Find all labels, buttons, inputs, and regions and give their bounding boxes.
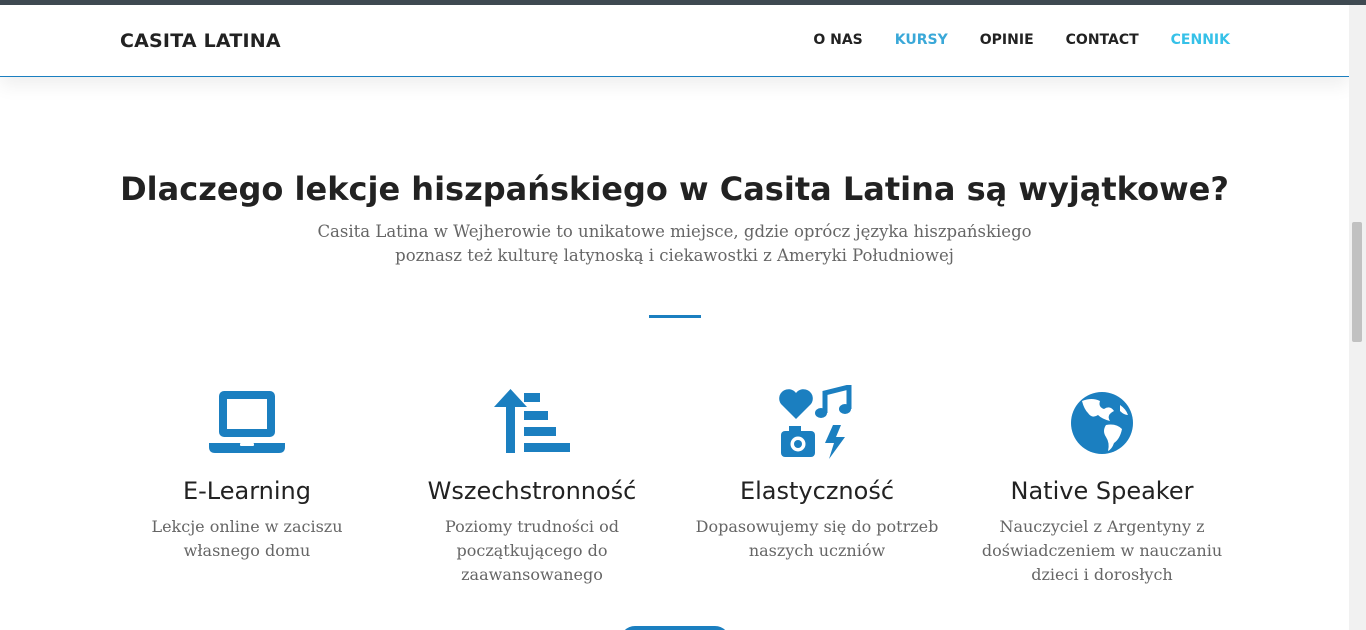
brand-logo-link[interactable]: CASITA LATINA bbox=[120, 30, 281, 52]
nav-item-opinie[interactable]: OPINIE bbox=[980, 32, 1034, 48]
subtitle-line-2: poznasz też kulturę latynoską i ciekawos… bbox=[395, 246, 954, 265]
nav-item-cennik[interactable]: CENNIK bbox=[1171, 32, 1230, 48]
feature-desc-line: naszych uczniów bbox=[748, 541, 886, 560]
nav-item-kursy[interactable]: KURSY bbox=[895, 32, 948, 48]
feature-description: Lekcje online w zaciszu własnego domu bbox=[102, 515, 392, 563]
feature-desc-line: Lekcje online w zaciszu bbox=[151, 517, 343, 536]
feature-title: E-Learning bbox=[182, 477, 311, 505]
feature-card-native-speaker: Native Speaker Nauczyciel z Argentyny z … bbox=[957, 385, 1247, 587]
feature-description: Dopasowujemy się do potrzeb naszych uczn… bbox=[672, 515, 962, 563]
section-heading: Dlaczego lekcje hiszpańskiego w Casita L… bbox=[120, 170, 1229, 208]
feature-desc-line: zaawansowanego bbox=[461, 565, 603, 584]
cta-button-partial[interactable] bbox=[620, 626, 730, 630]
subtitle-line-1: Casita Latina w Wejherowie to unikatowe … bbox=[317, 222, 1032, 241]
feature-desc-line: Nauczyciel z Argentyny z bbox=[999, 517, 1205, 536]
feature-desc-line: własnego domu bbox=[183, 541, 311, 560]
section-subtitle: Casita Latina w Wejherowie to unikatowe … bbox=[0, 220, 1349, 268]
feature-card-e-learning: E-Learning Lekcje online w zaciszu własn… bbox=[102, 385, 392, 563]
feature-desc-line: Dopasowujemy się do potrzeb bbox=[695, 517, 939, 536]
feature-card-wszechstronnosc: Wszechstronność Poziomy trudności od poc… bbox=[387, 385, 677, 587]
feature-description: Nauczyciel z Argentyny z doświadczeniem … bbox=[957, 515, 1247, 587]
feature-card-elastycznosc: Elastyczność Dopasowujemy się do potrzeb… bbox=[672, 385, 962, 563]
feature-desc-line: początkującego do bbox=[456, 541, 608, 560]
main-menu: O NAS KURSY OPINIE CONTACT CENNIK bbox=[813, 32, 1230, 48]
feature-desc-line: doświadczeniem w nauczaniu bbox=[981, 541, 1223, 560]
feature-title: Elastyczność bbox=[739, 477, 895, 505]
icons-heart-music-camera-bolt-icon bbox=[779, 385, 852, 459]
page-scrollbar-thumb[interactable] bbox=[1352, 222, 1362, 342]
laptop-icon bbox=[209, 391, 285, 453]
feature-desc-line: Poziomy trudności od bbox=[444, 517, 620, 536]
section-divider bbox=[649, 315, 701, 318]
globe-americas-icon bbox=[1071, 392, 1133, 454]
feature-title: Native Speaker bbox=[1010, 477, 1194, 505]
feature-desc-line: dzieci i dorosłych bbox=[1031, 565, 1173, 584]
feature-title: Wszechstronność bbox=[427, 477, 637, 505]
nav-item-o-nas[interactable]: O NAS bbox=[813, 32, 862, 48]
navbar: CASITA LATINA O NAS KURSY OPINIE CONTACT… bbox=[0, 5, 1349, 77]
sort-amount-up-icon bbox=[494, 389, 570, 453]
feature-description: Poziomy trudności od początkującego do z… bbox=[387, 515, 677, 587]
nav-item-contact[interactable]: CONTACT bbox=[1066, 32, 1139, 48]
